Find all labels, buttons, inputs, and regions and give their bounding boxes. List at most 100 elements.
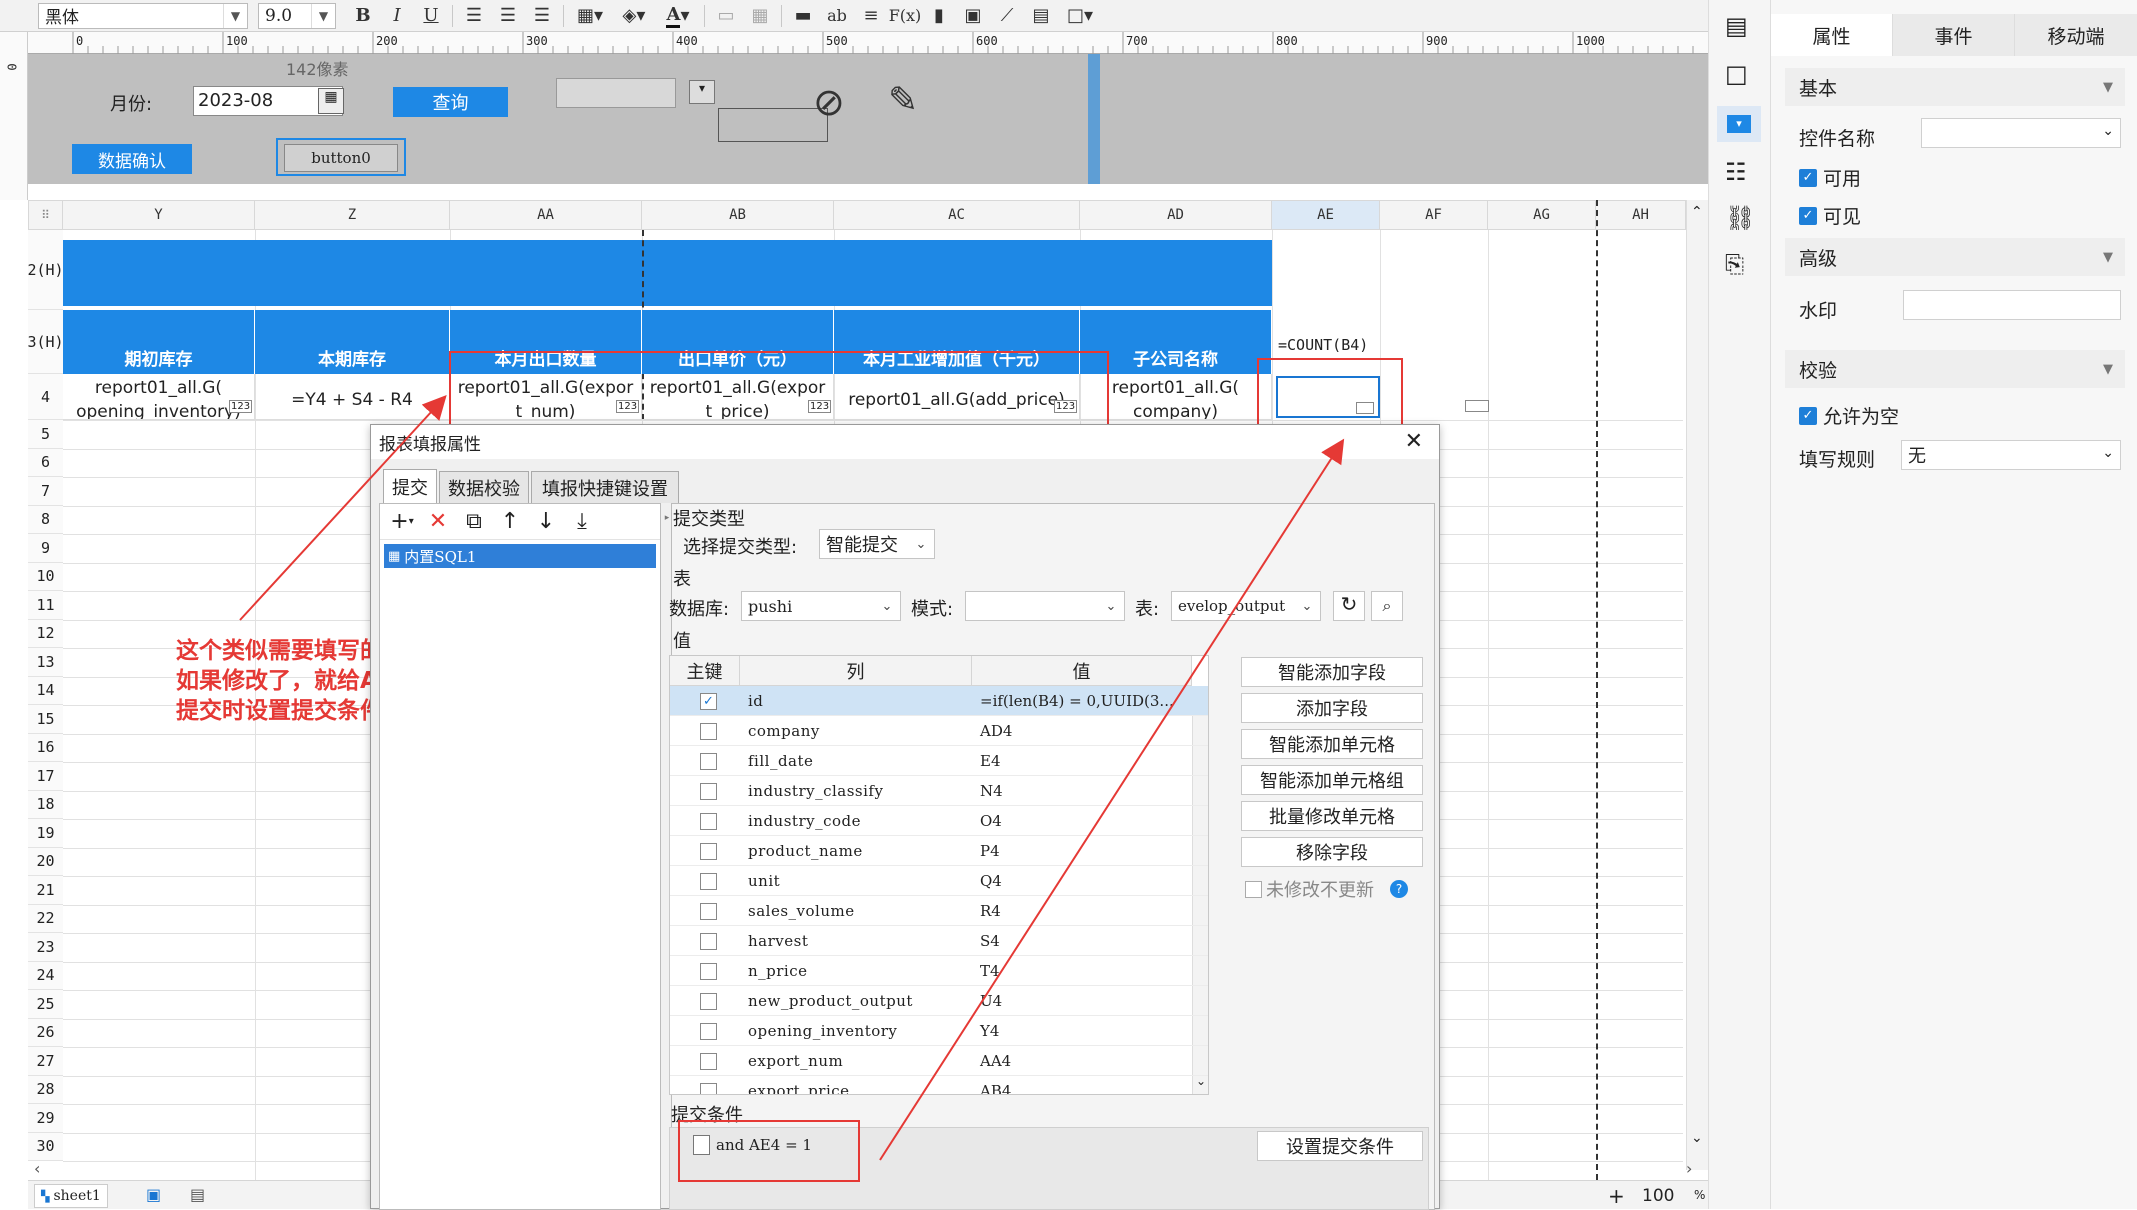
- column-header-af[interactable]: AF: [1380, 200, 1488, 230]
- column-header-ad[interactable]: AD: [1080, 200, 1272, 230]
- move-down-icon[interactable]: ↓: [528, 506, 564, 538]
- close-icon[interactable]: ✕: [1405, 429, 1423, 454]
- primary-key-checkbox[interactable]: [700, 843, 717, 860]
- hidden-widget[interactable]: [718, 108, 828, 142]
- copy-icon[interactable]: ⧉: [456, 506, 492, 538]
- basic-section[interactable]: 基本 ▼: [1785, 68, 2125, 106]
- primary-key-checkbox[interactable]: [700, 1023, 717, 1040]
- row-header[interactable]: 12: [28, 619, 63, 648]
- row-header[interactable]: 28: [28, 1075, 63, 1104]
- row-header[interactable]: 13: [28, 648, 63, 677]
- align-right-icon[interactable]: ☰: [525, 2, 559, 30]
- row-header[interactable]: 15: [28, 705, 63, 734]
- column-header-ae[interactable]: AE: [1272, 200, 1380, 230]
- set-condition-button[interactable]: 设置提交条件: [1257, 1131, 1423, 1161]
- cell-y4[interactable]: report01_all.G( opening_inventory): [63, 374, 255, 420]
- row-header[interactable]: 24: [28, 961, 63, 990]
- column-header-ag[interactable]: AG: [1488, 200, 1596, 230]
- row-header[interactable]: 9: [28, 534, 63, 563]
- help-icon[interactable]: ?: [1390, 880, 1408, 898]
- table-row[interactable]: company AD4: [670, 716, 1208, 746]
- field-value[interactable]: P4: [980, 842, 1000, 860]
- chevron-up-icon[interactable]: ⌃: [1691, 204, 1703, 220]
- row-header[interactable]: 16: [28, 733, 63, 762]
- font-size-select[interactable]: 9.0 ▼: [258, 2, 336, 29]
- split-cells-icon[interactable]: ▦: [743, 2, 777, 30]
- combo-widget[interactable]: [556, 78, 676, 108]
- text-ab-button[interactable]: ab: [820, 2, 854, 30]
- primary-key-checkbox[interactable]: [700, 1053, 717, 1070]
- row-header[interactable]: 29: [28, 1104, 63, 1133]
- row-header[interactable]: 11: [28, 591, 63, 620]
- tab-events[interactable]: 事件: [1893, 14, 2015, 56]
- list-item-builtin-sql[interactable]: ▦ 内置SQL1: [384, 544, 656, 568]
- primary-key-checkbox[interactable]: [700, 933, 717, 950]
- link-icon[interactable]: ⛓: [1725, 204, 1755, 232]
- table-row[interactable]: fill_date E4: [670, 746, 1208, 776]
- advanced-section[interactable]: 高级 ▼: [1785, 238, 2125, 276]
- tab-data-validation[interactable]: 数据校验: [439, 471, 529, 503]
- row-header[interactable]: 14: [28, 676, 63, 705]
- field-value[interactable]: U4: [980, 992, 1002, 1010]
- field-value[interactable]: R4: [980, 902, 1001, 920]
- button0[interactable]: button0: [284, 144, 398, 172]
- vertical-scrollbar[interactable]: ⌃ ⌄: [1686, 200, 1708, 1170]
- table-select[interactable]: evelop_output ⌄: [1171, 591, 1321, 621]
- column-header-aa[interactable]: AA: [450, 200, 642, 230]
- dropdown-icon[interactable]: ▾: [689, 80, 715, 104]
- add-sheet-icon[interactable]: ▣: [146, 1185, 161, 1204]
- control-name-input[interactable]: ⌄: [1921, 118, 2121, 148]
- column-header-y[interactable]: Y: [63, 200, 255, 230]
- move-up-icon[interactable]: ↑: [492, 506, 528, 538]
- primary-key-checkbox[interactable]: [700, 783, 717, 800]
- row-header[interactable]: 26: [28, 1018, 63, 1047]
- header-current-inventory[interactable]: 本期库存: [255, 310, 450, 374]
- row-header[interactable]: 27: [28, 1047, 63, 1076]
- column-header-ah[interactable]: AH: [1596, 200, 1686, 230]
- smart-add-cell-button[interactable]: 智能添加单元格: [1241, 729, 1423, 759]
- tab-submit[interactable]: 提交: [383, 469, 437, 503]
- row-header[interactable]: 7: [28, 477, 63, 506]
- move-bottom-icon[interactable]: ⤓: [564, 506, 600, 538]
- delete-icon[interactable]: ✕: [420, 506, 456, 538]
- underline-button[interactable]: U: [414, 2, 448, 30]
- row-header[interactable]: 17: [28, 762, 63, 791]
- table-row[interactable]: export_price AB4: [670, 1076, 1208, 1094]
- field-value[interactable]: AD4: [980, 722, 1012, 740]
- more-icon[interactable]: □▾: [1058, 2, 1102, 30]
- mode-select[interactable]: ⌄: [965, 591, 1125, 621]
- primary-key-checkbox[interactable]: ✓: [700, 693, 717, 710]
- zoom-level[interactable]: 100: [1642, 1186, 1674, 1206]
- row-header[interactable]: 25: [28, 990, 63, 1019]
- table-row[interactable]: industry_code O4: [670, 806, 1208, 836]
- cell-properties-icon[interactable]: ▤: [1725, 12, 1748, 40]
- validation-section[interactable]: 校验 ▼: [1785, 350, 2125, 388]
- tab-mobile[interactable]: 移动端: [2015, 14, 2137, 56]
- primary-key-checkbox[interactable]: [700, 963, 717, 980]
- primary-key-checkbox[interactable]: [700, 753, 717, 770]
- remove-field-button[interactable]: 移除字段: [1241, 837, 1423, 867]
- table-row[interactable]: opening_inventory Y4: [670, 1016, 1208, 1046]
- table-row[interactable]: new_product_output U4: [670, 986, 1208, 1016]
- calendar-icon[interactable]: ▦: [318, 88, 344, 114]
- add-field-button[interactable]: 添加字段: [1241, 693, 1423, 723]
- cell-z4[interactable]: =Y4 + S4 - R4: [255, 374, 450, 420]
- row-header[interactable]: 21: [28, 876, 63, 905]
- smart-add-cell-group-button[interactable]: 智能添加单元格组: [1241, 765, 1423, 795]
- header-opening-inventory[interactable]: 期初库存: [63, 310, 255, 374]
- field-value[interactable]: S4: [980, 932, 1000, 950]
- row-header[interactable]: 8: [28, 505, 63, 534]
- align-left-icon[interactable]: ☰: [457, 2, 491, 30]
- italic-button[interactable]: I: [380, 2, 414, 30]
- row-header[interactable]: 22: [28, 904, 63, 933]
- primary-key-checkbox[interactable]: [700, 1083, 717, 1094]
- row-header[interactable]: 20: [28, 847, 63, 876]
- field-value[interactable]: AA4: [980, 1052, 1011, 1070]
- fill-rule-select[interactable]: 无 ⌄: [1901, 440, 2121, 470]
- smart-add-field-button[interactable]: 智能添加字段: [1241, 657, 1423, 687]
- primary-key-checkbox[interactable]: [700, 993, 717, 1010]
- field-value[interactable]: Q4: [980, 872, 1002, 890]
- scroll-right-icon[interactable]: ›: [1686, 1159, 1692, 1178]
- table-row[interactable]: export_num AA4: [670, 1046, 1208, 1076]
- field-value[interactable]: =if(len(B4) = 0,UUID(3...: [980, 692, 1174, 710]
